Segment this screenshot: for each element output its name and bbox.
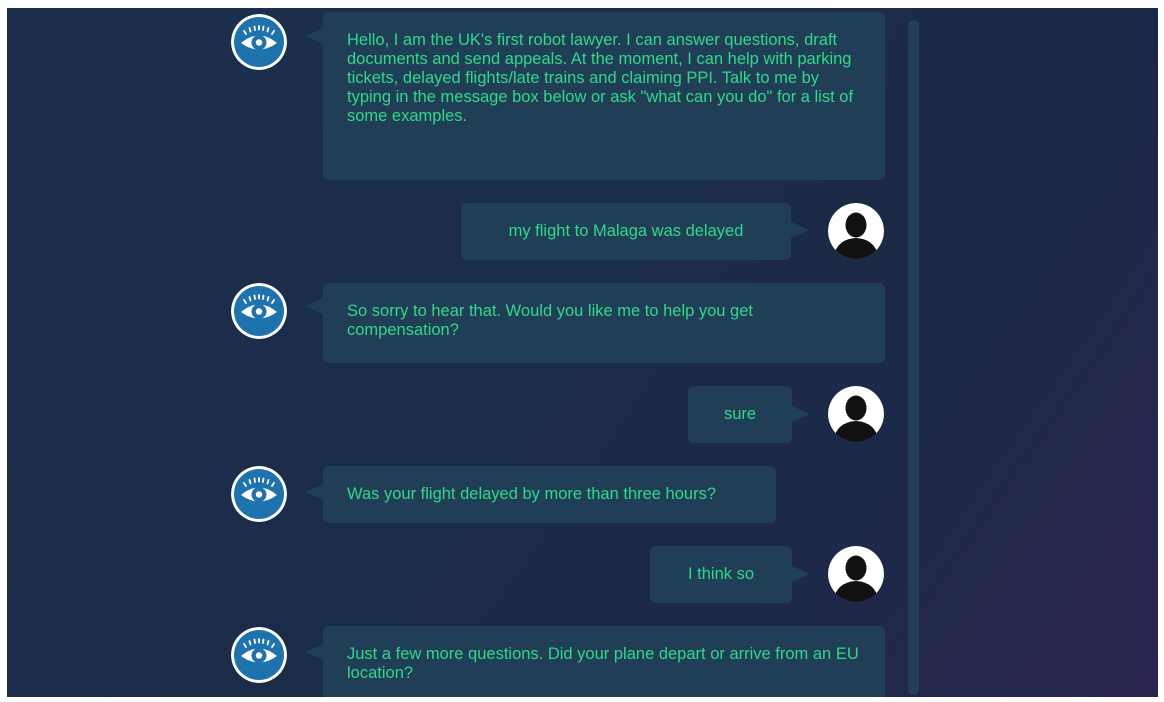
user-message-bubble: I think so [650, 546, 792, 603]
bot-message-bubble: So sorry to hear that. Would you like me… [323, 283, 885, 363]
message-text: my flight to Malaga was delayed [508, 222, 744, 240]
user-message-bubble: my flight to Malaga was delayed [461, 203, 791, 260]
user-message-bubble: sure [688, 386, 792, 443]
bot-message-bubble: Was your flight delayed by more than thr… [323, 466, 776, 523]
user-silhouette-icon [828, 546, 884, 602]
bot-message-bubble: Just a few more questions. Did your plan… [323, 626, 885, 697]
message-text: I think so [687, 565, 755, 583]
bot-avatar [231, 283, 287, 339]
user-avatar [828, 203, 884, 259]
message-text: Hello, I am the UK's first robot lawyer.… [347, 31, 854, 125]
message-text: So sorry to hear that. Would you like me… [347, 302, 753, 339]
eye-icon [231, 14, 287, 70]
eye-icon [231, 627, 287, 683]
chat-window: Hello, I am the UK's first robot lawyer.… [7, 8, 1158, 697]
eye-icon [231, 283, 287, 339]
user-avatar [828, 386, 884, 442]
user-silhouette-icon [828, 203, 884, 259]
bot-message-bubble: Hello, I am the UK's first robot lawyer.… [323, 12, 885, 180]
bot-avatar [231, 14, 287, 70]
bot-message: Just a few more questions. Did your plan… [7, 8, 885, 697]
message-text: Was your flight delayed by more than thr… [347, 485, 717, 503]
bot-avatar [231, 466, 287, 522]
chat-scrollbar[interactable] [908, 20, 919, 695]
message-text: Just a few more questions. Did your plan… [347, 645, 859, 682]
bot-avatar [231, 627, 287, 683]
eye-icon [231, 466, 287, 522]
message-text: sure [723, 405, 757, 423]
user-avatar [828, 546, 884, 602]
user-silhouette-icon [828, 386, 884, 442]
